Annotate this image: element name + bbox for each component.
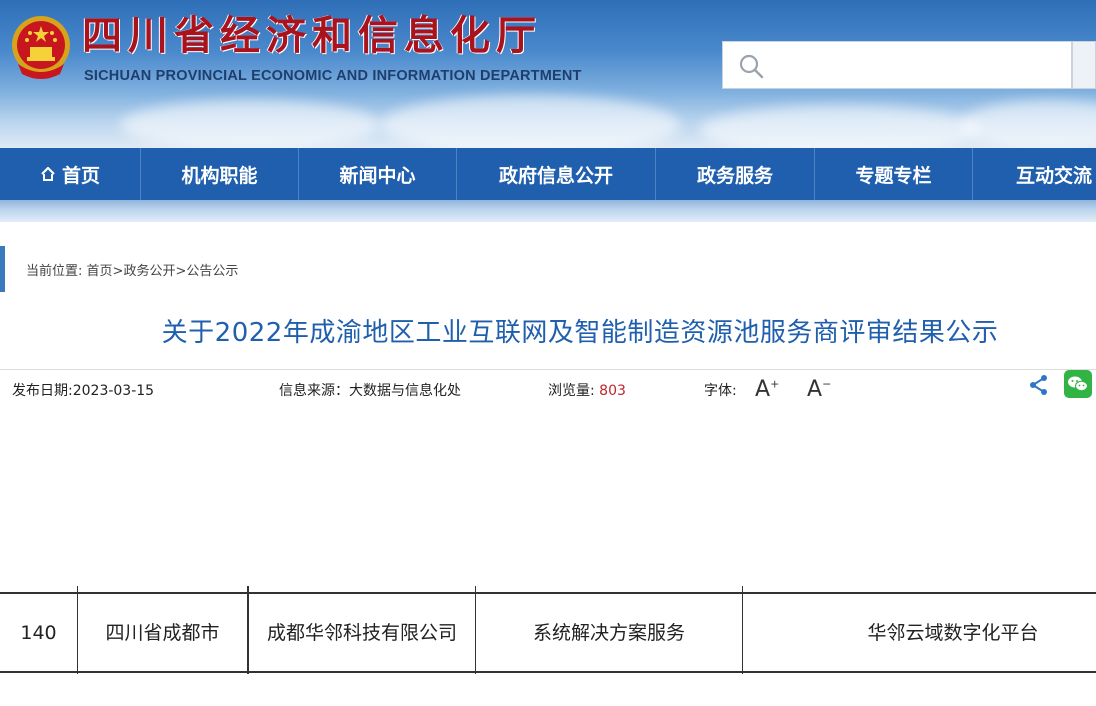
breadcrumb-separator: > [175, 264, 187, 279]
info-source: 信息来源：大数据与信息化处 [279, 380, 461, 400]
header-banner: 四川省经济和信息化厅 SICHUAN PROVINCIAL ECONOMIC A… [0, 0, 1096, 148]
banner-cloud [700, 105, 980, 148]
font-increase-button[interactable]: A+ [755, 377, 779, 402]
site-subtitle: SICHUAN PROVINCIAL ECONOMIC AND INFORMAT… [84, 68, 582, 84]
divider [0, 369, 1096, 370]
cell-service: 系统解决方案服务 [532, 621, 685, 644]
nav-item-label: 互动交流 [1015, 164, 1092, 187]
search-input[interactable] [771, 50, 1065, 82]
publish-date: 发布日期:2023-03-15 [12, 380, 154, 400]
nav-item-functions[interactable]: 机构职能 [141, 148, 299, 200]
nav-item-services[interactable]: 政务服务 [656, 148, 815, 200]
breadcrumb-separator: > [112, 264, 124, 279]
search-box[interactable] [722, 41, 1072, 89]
minus-icon: − [822, 377, 832, 391]
breadcrumb-link-affairs[interactable]: 政务公开 [123, 264, 175, 279]
view-count-value: 803 [599, 383, 626, 399]
publish-date-label: 发布日期: [12, 383, 73, 399]
font-decrease-glyph: A [807, 377, 823, 402]
nav-item-topics[interactable]: 专题专栏 [815, 148, 973, 200]
nav-item-label: 机构职能 [181, 164, 258, 187]
cell-region: 四川省成都市 [105, 621, 220, 644]
breadcrumb-accent [0, 246, 5, 292]
nav-item-label: 首页 [61, 164, 100, 187]
wechat-glyph [1068, 376, 1088, 392]
nav-item-label: 政务服务 [696, 164, 773, 187]
article-title: 关于2022年成渝地区工业互联网及智能制造资源池服务商评审结果公示 [161, 318, 999, 348]
banner-cloud [960, 100, 1096, 148]
cell-company: 成都华邻科技有限公司 [266, 621, 457, 644]
banner-cloud [380, 95, 680, 148]
table-border-bottom [0, 671, 1096, 673]
nav-item-gov-info[interactable]: 政府信息公开 [457, 148, 656, 200]
banner-cloud [120, 100, 380, 148]
nav-item-news[interactable]: 新闻中心 [299, 148, 457, 200]
search-button[interactable] [1072, 41, 1096, 89]
share-icon[interactable] [1028, 374, 1050, 396]
table-column-divider [247, 586, 249, 674]
info-source-label: 信息来源： [279, 383, 349, 399]
font-size-label: 字体: [704, 383, 737, 399]
wechat-icon[interactable] [1064, 370, 1092, 398]
breadcrumb-link-notices[interactable]: 公告公示 [186, 264, 238, 279]
breadcrumb-link-home[interactable]: 首页 [87, 264, 113, 279]
view-count: 浏览量: 803 [548, 380, 626, 400]
national-emblem-icon [12, 16, 70, 79]
font-decrease-button[interactable]: A− [807, 377, 831, 402]
nav-item-home[interactable]: 首页 [0, 148, 141, 200]
nav-item-interaction[interactable]: 互动交流 [973, 148, 1096, 200]
plus-icon: + [770, 377, 780, 391]
view-count-label: 浏览量: [548, 383, 595, 399]
banner-cloud-strip [0, 200, 1096, 222]
breadcrumb-prefix: 当前位置: [26, 264, 83, 279]
home-icon [41, 166, 55, 181]
breadcrumb: 当前位置: 首页>政务公开>公告公示 [26, 260, 238, 279]
nav-item-label: 新闻中心 [339, 164, 416, 187]
publish-date-value: 2023-03-15 [72, 383, 155, 399]
cell-number: 140 [20, 621, 57, 644]
search-icon[interactable] [737, 52, 765, 80]
nav-item-label: 专题专栏 [855, 164, 932, 187]
site-title: 四川省经济和信息化厅 [82, 12, 542, 59]
cell-platform: 华邻云域数字化平台 [867, 621, 1039, 644]
nav-item-label: 政府信息公开 [498, 164, 613, 187]
info-source-value: 大数据与信息化处 [349, 383, 461, 399]
main-nav: 首页 机构职能 新闻中心 政府信息公开 政务服务 专题专栏 互动交流 [0, 148, 1096, 200]
font-increase-glyph: A [755, 377, 771, 402]
